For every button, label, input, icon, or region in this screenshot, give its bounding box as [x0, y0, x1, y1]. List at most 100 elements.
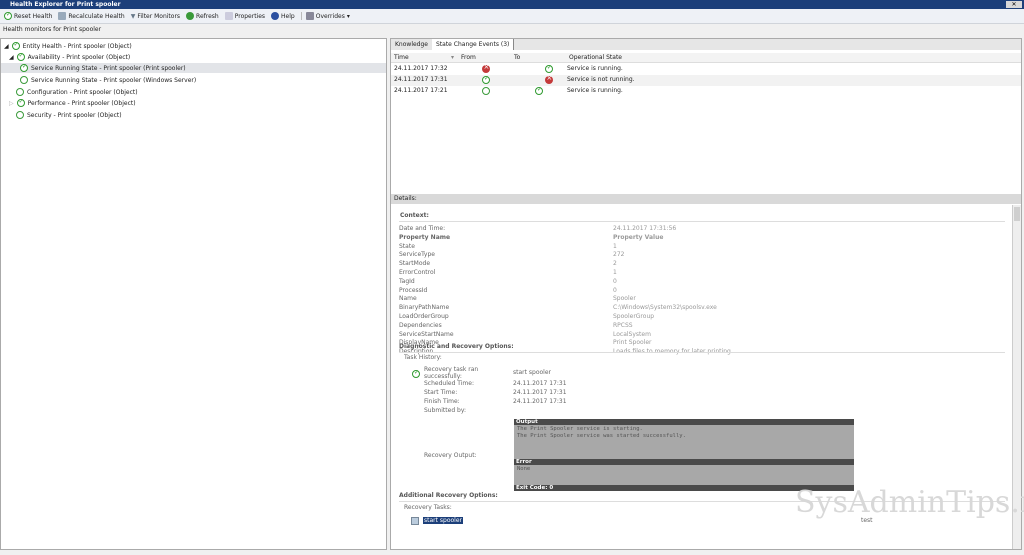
col-state[interactable]: Operational State: [569, 53, 622, 63]
property-value: C:\Windows\System32\spoolsv.exe: [613, 304, 717, 312]
property-name: Property Name: [399, 233, 451, 241]
subtitle: Health monitors for Print spooler: [3, 26, 102, 33]
label: Refresh: [196, 12, 219, 20]
healthy-icon: [16, 98, 25, 107]
recalculate-health-button[interactable]: Recalculate Health: [58, 12, 125, 20]
healthy-icon: [16, 52, 25, 61]
watermark: SysAdminTips.ru: [795, 485, 1024, 520]
tab-knowledge[interactable]: Knowledge: [391, 39, 432, 50]
toolbar: Reset Health Recalculate Health ▼Filter …: [0, 9, 1024, 24]
property-name: ServiceStartName: [399, 330, 454, 338]
not-monitored-icon: [20, 76, 28, 84]
refresh-icon: [186, 12, 195, 20]
event-row[interactable]: 24.11.2017 17:31 Service is not running.: [391, 74, 1021, 86]
property-value: 1: [613, 242, 617, 250]
to-state-icon: [535, 86, 543, 95]
right-pane: Knowledge State Change Events (3) Time ▾…: [390, 38, 1022, 550]
refresh-button[interactable]: Refresh: [186, 12, 219, 20]
col-to[interactable]: To: [514, 53, 520, 63]
time-label: Scheduled Time:: [424, 380, 474, 387]
event-row[interactable]: 24.11.2017 17:21 Service is running.: [391, 86, 1021, 97]
reset-health-button[interactable]: Reset Health: [4, 11, 52, 20]
healthy-icon: [20, 63, 28, 72]
property-value: Property Value: [613, 233, 664, 241]
task-icon: [411, 517, 419, 525]
error-heading: Error: [514, 459, 854, 465]
task-status-label: Recovery task ran successfully:: [424, 366, 479, 380]
property-value: RPCSS: [613, 321, 633, 329]
overrides-icon: [305, 12, 314, 20]
time-value: 24.11.2017 17:31: [513, 398, 567, 405]
diag-heading: Diagnostic and Recovery Options:: [399, 343, 514, 350]
event-row[interactable]: 24.11.2017 17:32 Service is running.: [391, 63, 1021, 75]
filter-monitors-button[interactable]: ▼ Filter Monitors: [131, 13, 180, 20]
sort-icon: ▾: [451, 54, 455, 61]
recovery-output-box: Output The Print Spooler service is star…: [514, 419, 854, 491]
property-value: 1: [613, 269, 617, 276]
collapsed-icon[interactable]: ▷: [9, 100, 14, 107]
expand-icon[interactable]: ◢: [4, 43, 9, 50]
event-state: Service is running.: [567, 87, 623, 94]
task-name: start spooler: [513, 369, 551, 376]
details-header: Details:: [391, 194, 1021, 204]
label: Help: [281, 12, 295, 20]
property-value: Spooler: [613, 295, 636, 303]
error-value: None: [517, 466, 531, 472]
node-label: Security - Print spooler (Object): [27, 111, 122, 119]
filter-icon: ▼: [130, 12, 136, 20]
context-heading: Context:: [400, 212, 429, 219]
tree-node[interactable]: Service Running State - Print spooler (W…: [20, 75, 196, 85]
from-state-icon: [482, 63, 490, 73]
help-button[interactable]: Help: [271, 12, 295, 20]
tree-node[interactable]: ▷ Performance - Print spooler (Object): [9, 98, 136, 108]
tree-node-selected[interactable]: Service Running State - Print spooler (P…: [1, 63, 386, 73]
property-name: BinaryPathName: [399, 304, 450, 312]
check-icon: [4, 11, 12, 20]
property-name: Date and Time:: [399, 225, 446, 232]
recovery-task-link[interactable]: start spooler: [423, 517, 463, 524]
col-time[interactable]: Time: [394, 53, 409, 63]
col-from[interactable]: From: [461, 53, 476, 63]
label: Overrides: [315, 12, 345, 20]
recovery-tasks-label: Recovery Tasks:: [404, 504, 452, 511]
event-state: Service is not running.: [567, 76, 635, 83]
time-value: 24.11.2017 17:31: [513, 389, 567, 396]
node-label: Service Running State - Print spooler (P…: [31, 64, 186, 72]
property-value: 272: [613, 251, 625, 259]
property-value: SpoolerGroup: [613, 313, 655, 320]
property-name: TagId: [399, 277, 415, 285]
property-value: 0: [613, 277, 617, 285]
property-name: Dependencies: [399, 321, 442, 329]
label: Properties: [234, 12, 266, 20]
help-icon: [271, 12, 280, 20]
close-button[interactable]: ✕: [1006, 1, 1022, 8]
tree-node[interactable]: ◢ Entity Health - Print spooler (Object): [4, 41, 132, 51]
event-time: 24.11.2017 17:32: [394, 65, 448, 72]
property-value: 2: [613, 260, 617, 268]
output-line: The Print Spooler service was started su…: [517, 433, 686, 439]
tree-node[interactable]: Security - Print spooler (Object): [16, 110, 122, 120]
label: Filter Monitors: [137, 12, 181, 20]
chevron-down-icon: ▾: [346, 12, 350, 20]
tree-node[interactable]: ◢ Availability - Print spooler (Object): [9, 52, 130, 62]
property-value: Print Spooler: [613, 339, 652, 347]
tab-state-change-events[interactable]: State Change Events (3): [431, 39, 515, 50]
time-label: Start Time:: [424, 389, 458, 396]
window-title: Health Explorer for Print spooler: [10, 1, 121, 8]
tree-node[interactable]: Configuration - Print spooler (Object): [16, 87, 138, 97]
monitor-tree: ◢Entity Health - Print spooler (Object) …: [0, 38, 387, 550]
to-state-icon: [544, 74, 553, 84]
properties-button[interactable]: Properties: [224, 12, 266, 20]
property-value: 0: [613, 286, 617, 294]
to-state-icon: [544, 64, 553, 73]
node-label: Service Running State - Print spooler (W…: [31, 76, 197, 84]
overrides-button[interactable]: Overrides ▾: [300, 12, 350, 20]
expand-icon[interactable]: ◢: [9, 54, 14, 61]
property-name: ErrorControl: [399, 269, 436, 276]
healthy-icon: [11, 41, 20, 50]
node-label: Entity Health - Print spooler (Object): [22, 42, 132, 50]
scroll-thumb[interactable]: [1014, 207, 1020, 221]
node-label: Configuration - Print spooler (Object): [27, 88, 138, 96]
property-name: StartMode: [399, 260, 431, 268]
event-state: Service is running.: [567, 65, 623, 72]
